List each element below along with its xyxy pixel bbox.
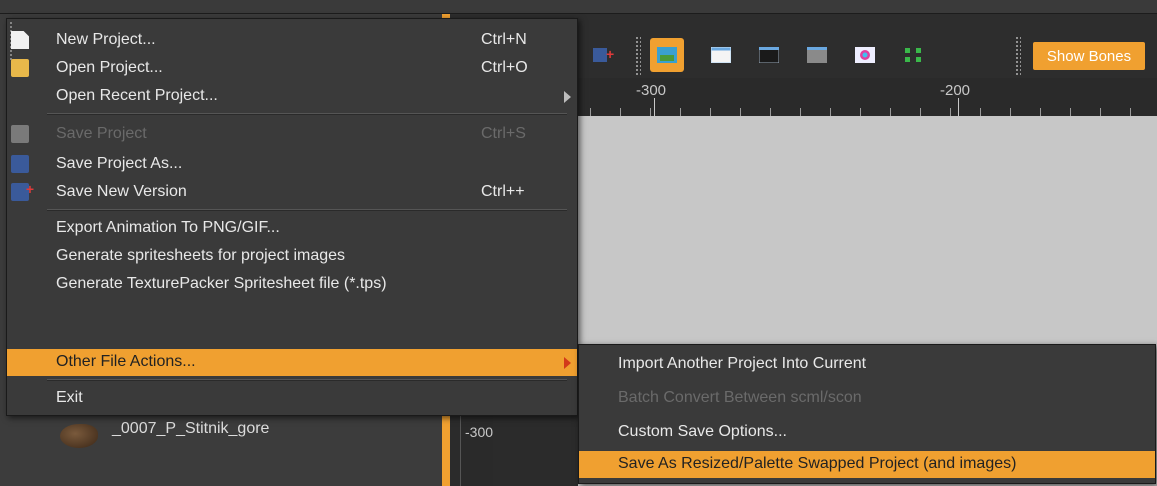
save-as-icon <box>11 155 29 173</box>
dark-window-icon[interactable] <box>752 38 786 72</box>
sprite-thumbnail <box>60 424 98 448</box>
submenu-item-custom-save-options[interactable]: Custom Save Options... <box>579 419 1155 446</box>
menu-separator <box>47 209 567 211</box>
vruler-label: -300 <box>465 424 494 440</box>
fit-icon[interactable] <box>896 38 930 72</box>
submenu-arrow-icon <box>564 357 571 369</box>
menu-item-label: Generate spritesheets for project images <box>56 247 346 264</box>
submenu-item-import-project[interactable]: Import Another Project Into Current <box>579 351 1155 378</box>
open-folder-icon <box>11 59 29 77</box>
menu-item-label: Save Project <box>56 125 147 142</box>
save-new-version-icon[interactable]: + <box>586 38 620 72</box>
menu-item-label: New Project... <box>56 31 156 48</box>
other-file-actions-submenu: Import Another Project Into Current Batc… <box>578 344 1156 484</box>
menu-item-generate-spritesheets[interactable]: Generate spritesheets for project images <box>7 243 577 270</box>
menu-item-shortcut: Ctrl+S <box>481 125 526 142</box>
menu-item-save-new-version[interactable]: Save New Version Ctrl++ <box>7 179 577 206</box>
new-document-icon <box>11 31 29 49</box>
menu-item-new-project[interactable]: New Project... Ctrl+N <box>7 27 577 54</box>
ruler-label: -200 <box>940 82 971 99</box>
image-icon[interactable] <box>650 38 684 72</box>
save-new-version-icon <box>11 181 34 201</box>
file-menu: New Project... Ctrl+N Open Project... Ct… <box>6 18 578 416</box>
show-bones-button[interactable]: Show Bones <box>1033 42 1145 70</box>
menu-item-export-animation[interactable]: Export Animation To PNG/GIF... <box>7 215 577 242</box>
menu-item-label: Other File Actions... <box>56 353 196 370</box>
menu-item-label: Generate TexturePacker Spritesheet file … <box>56 275 387 292</box>
ruler-label: -300 <box>636 82 667 99</box>
horizontal-ruler: -300 -200 <box>590 78 1157 116</box>
window-icon[interactable] <box>704 38 738 72</box>
menu-item-label: Import Another Project Into Current <box>618 355 867 372</box>
tree-item-label: _0007_P_Stitnik_gore <box>112 420 270 437</box>
menu-item-label: Open Recent Project... <box>56 87 218 104</box>
menu-separator <box>47 379 567 381</box>
menu-item-label: Open Project... <box>56 59 163 76</box>
menu-item-generate-texturepacker[interactable]: Generate TexturePacker Spritesheet file … <box>7 271 577 298</box>
menu-item-other-file-actions[interactable]: Other File Actions... <box>7 349 577 376</box>
submenu-arrow-icon <box>564 91 571 103</box>
title-strip <box>0 0 1157 14</box>
ruler-ticks <box>590 108 1157 116</box>
menu-item-shortcut: Ctrl+N <box>481 31 527 48</box>
toolbar-grip[interactable] <box>635 36 641 76</box>
menu-item-save-project-as[interactable]: Save Project As... <box>7 151 577 178</box>
menu-item-label: Batch Convert Between scml/scon <box>618 389 862 406</box>
menu-separator <box>47 113 567 115</box>
menu-item-label: Save Project As... <box>56 155 183 172</box>
svg-text:+: + <box>606 46 614 62</box>
menu-item-label: Custom Save Options... <box>618 423 787 440</box>
submenu-item-batch-convert[interactable]: Batch Convert Between scml/scon <box>579 385 1155 412</box>
gray-window-icon[interactable] <box>800 38 834 72</box>
save-icon <box>11 125 29 143</box>
tree-item[interactable]: _0007_P_Stitnik_gore <box>60 418 440 454</box>
menu-item-open-recent[interactable]: Open Recent Project... <box>7 83 577 110</box>
menu-item-label: Save New Version <box>56 183 187 200</box>
menu-item-label: Exit <box>56 389 83 406</box>
toolbar-grip[interactable] <box>1015 36 1021 76</box>
menu-item-open-project[interactable]: Open Project... Ctrl+O <box>7 55 577 82</box>
menu-item-label: Export Animation To PNG/GIF... <box>56 219 280 236</box>
menu-item-shortcut: Ctrl+O <box>481 59 528 76</box>
menu-item-shortcut: Ctrl++ <box>481 183 525 200</box>
submenu-item-save-resized[interactable]: Save As Resized/Palette Swapped Project … <box>579 451 1155 478</box>
menu-item-label: Save As Resized/Palette Swapped Project … <box>618 455 1017 472</box>
menu-item-save-project[interactable]: Save Project Ctrl+S <box>7 121 577 148</box>
color-wheel-icon[interactable] <box>848 38 882 72</box>
menu-item-exit[interactable]: Exit <box>7 385 577 412</box>
